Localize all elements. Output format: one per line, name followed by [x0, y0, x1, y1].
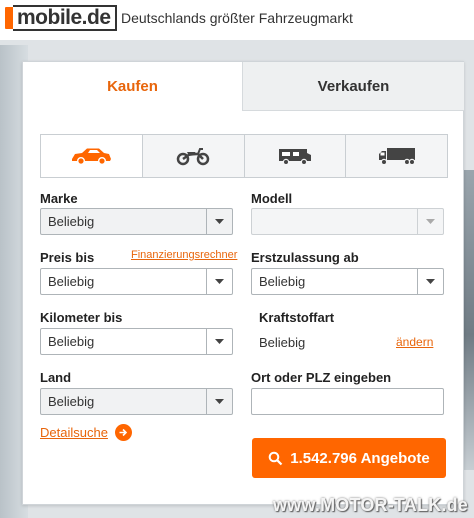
ort-plz-input[interactable]: [251, 388, 444, 415]
erstzulassung-select[interactable]: Beliebig: [251, 268, 444, 295]
vehicle-type-selector: [40, 134, 448, 178]
camper-icon: [278, 149, 311, 166]
chevron-down-icon: [206, 209, 232, 234]
site-tagline: Deutschlands größter Fahrzeugmarkt: [121, 10, 353, 26]
logo-text: mobile.de: [13, 5, 117, 31]
logo-accent: [5, 7, 13, 29]
kraftstoff-label: Kraftstoffart: [259, 310, 335, 325]
preis-select[interactable]: Beliebig: [40, 268, 233, 295]
kilometer-value: Beliebig: [48, 334, 95, 349]
marke-label: Marke: [40, 191, 78, 206]
kraftstoff-change-link[interactable]: ändern: [396, 335, 433, 349]
chevron-down-icon: [206, 329, 232, 354]
car-icon: [72, 148, 112, 165]
finanzierungsrechner-link[interactable]: Finanzierungsrechner: [131, 249, 237, 261]
marke-select[interactable]: Beliebig: [40, 208, 233, 235]
vehicle-type-motorcycle[interactable]: [141, 135, 244, 177]
modell-label: Modell: [251, 191, 293, 206]
tab-kaufen[interactable]: Kaufen: [23, 62, 242, 110]
erstzulassung-value: Beliebig: [259, 274, 306, 289]
land-label: Land: [40, 370, 72, 385]
modell-select[interactable]: [251, 208, 444, 235]
vehicle-type-car[interactable]: [41, 135, 142, 177]
truck-icon: [378, 148, 415, 166]
kraftstoff-value: Beliebig: [259, 335, 306, 350]
motorcycle-icon: [176, 148, 210, 166]
chevron-down-icon: [417, 269, 443, 294]
arrow-right-icon: [114, 424, 132, 441]
land-select[interactable]: Beliebig: [40, 388, 233, 415]
marke-value: Beliebig: [48, 214, 95, 229]
detailsuche-label: Detailsuche: [40, 425, 108, 440]
mobile-de-logo[interactable]: mobile.de: [5, 5, 117, 31]
search-offers-label: 1.542.796 Angebote: [290, 449, 430, 467]
search-icon: [268, 451, 283, 465]
detailsuche-link[interactable]: Detailsuche: [40, 424, 132, 441]
kilometer-select[interactable]: Beliebig: [40, 328, 233, 355]
vehicle-type-truck[interactable]: [345, 135, 447, 177]
preis-label: Preis bis: [40, 250, 95, 265]
watermark: www.MOTOR-TALK.de: [272, 495, 468, 515]
land-value: Beliebig: [48, 394, 95, 409]
chevron-down-icon: [417, 209, 443, 234]
search-offers-button[interactable]: 1.542.796 Angebote: [252, 438, 446, 478]
preis-value: Beliebig: [48, 274, 95, 289]
erstzulassung-label: Erstzulassung ab: [251, 250, 359, 265]
tab-verkaufen[interactable]: Verkaufen: [242, 62, 464, 111]
ort-label: Ort oder PLZ eingeben: [251, 370, 392, 385]
search-panel: Kaufen Verkaufen Marke Beliebig Modell P…: [22, 61, 464, 505]
site-header: mobile.de Deutschlands größter Fahrzeugm…: [0, 0, 474, 40]
chevron-down-icon: [206, 269, 232, 294]
kilometer-label: Kilometer bis: [40, 310, 123, 325]
vehicle-type-camper[interactable]: [243, 135, 346, 177]
chevron-down-icon: [206, 389, 232, 414]
